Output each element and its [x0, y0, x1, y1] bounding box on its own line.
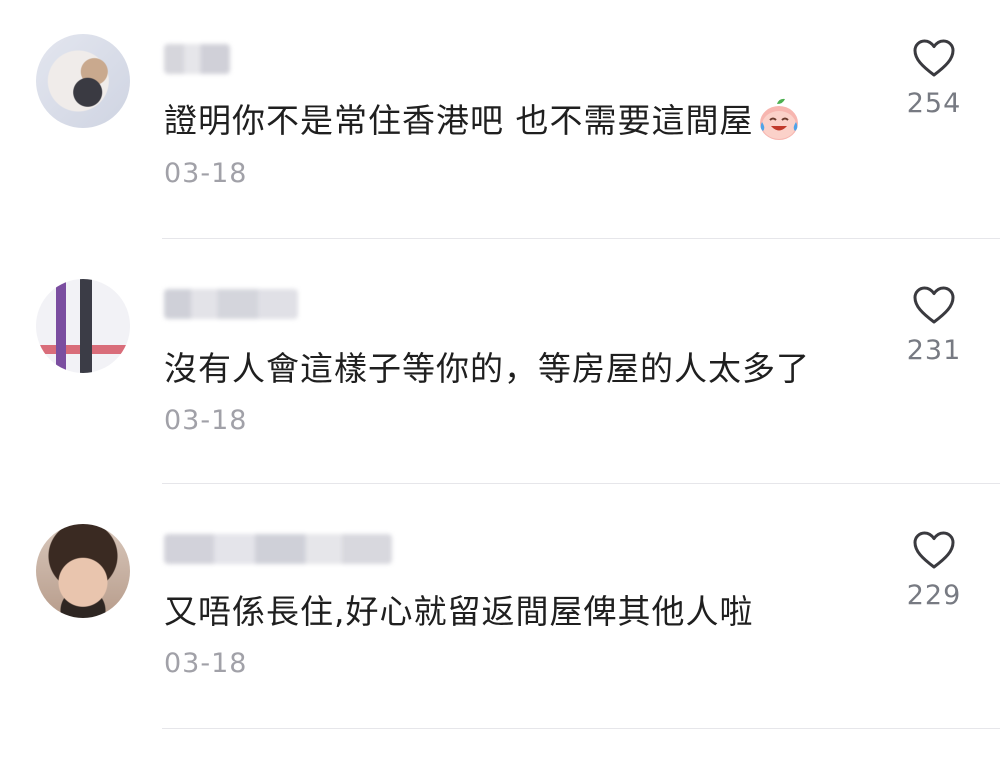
comment-text: 證明你不是常住香港吧 也不需要這間屋 [164, 94, 802, 146]
comment-item: 沒有人會這樣子等你的，等房屋的人太多了 03-18 231 [0, 245, 1000, 490]
heart-icon[interactable] [912, 530, 956, 570]
comment-date: 03-18 [164, 648, 248, 679]
divider [162, 728, 1000, 729]
comment-item: 證明你不是常住香港吧 也不需要這間屋 03-18 254 [0, 0, 1000, 245]
comment-text-content: 證明你不是常住香港吧 也不需要這間屋 [164, 101, 754, 140]
divider [162, 483, 1000, 484]
username-blurred[interactable] [164, 44, 230, 74]
like-count: 231 [906, 335, 962, 366]
username-blurred[interactable] [164, 289, 298, 319]
like-button[interactable]: 229 [900, 530, 968, 611]
comment-item: 又唔係長住,好心就留返間屋俾其他人啦 03-18 229 [0, 490, 1000, 735]
crying-laughing-emoji-icon [759, 98, 798, 140]
comment-text: 又唔係長住,好心就留返間屋俾其他人啦 [164, 592, 754, 631]
divider [162, 238, 1000, 239]
comment-date: 03-18 [164, 158, 248, 189]
like-count: 229 [906, 580, 962, 611]
username-blurred[interactable] [164, 534, 392, 564]
heart-icon[interactable] [912, 285, 956, 325]
avatar[interactable] [36, 524, 130, 618]
like-count: 254 [906, 88, 962, 119]
heart-icon[interactable] [912, 38, 956, 78]
like-button[interactable]: 254 [900, 38, 968, 119]
avatar[interactable] [36, 279, 130, 373]
comment-text: 沒有人會這樣子等你的，等房屋的人太多了 [164, 349, 810, 388]
like-button[interactable]: 231 [900, 285, 968, 366]
avatar[interactable] [36, 34, 130, 128]
comment-date: 03-18 [164, 405, 248, 436]
